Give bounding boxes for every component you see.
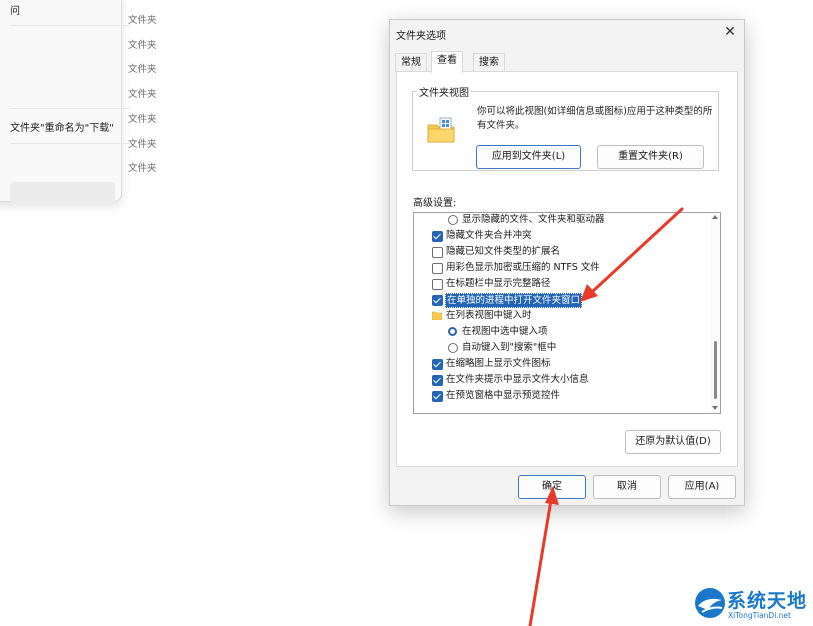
list-item-label: 在缩略图上显示文件图标	[446, 358, 551, 369]
list-item-label: 在文件夹提示中显示文件大小信息	[446, 374, 589, 385]
advanced-settings-label: 高级设置:	[413, 198, 457, 209]
background-row: 文件夹"重命名为"下载"	[10, 123, 114, 134]
folder-view-description: 你可以将此视图(如详细信息或图标)应用于这种类型的所有文件夹。	[477, 106, 713, 131]
checkbox[interactable]	[432, 359, 443, 370]
dialog-title: 文件夹选项	[396, 31, 446, 42]
background-separator	[10, 25, 130, 26]
background-type-cell: 文件夹	[128, 163, 157, 174]
list-item-label: 在列表视图中键入时	[446, 310, 532, 321]
apply-button[interactable]: 应用(A)	[668, 475, 736, 499]
folder-view-group: 文件夹视图 你可以将此视图(如详细信息或图标)应用于这种类型的所有文件夹。 应用…	[412, 84, 719, 171]
ok-button[interactable]: 确定	[518, 475, 586, 499]
checkbox[interactable]	[432, 263, 443, 274]
list-scrollbar[interactable]	[710, 213, 720, 413]
scrollbar-thumb[interactable]	[714, 341, 717, 399]
background-separator	[10, 108, 130, 109]
arrow-to-ok	[528, 486, 559, 626]
list-item-label: 用彩色显示加密或压缩的 NTFS 文件	[446, 262, 600, 273]
background-separator	[10, 143, 130, 144]
folder-view-legend: 文件夹视图	[419, 88, 469, 99]
radio-button[interactable]	[448, 327, 457, 336]
background-row: 问	[10, 6, 20, 17]
background-type-cell: 文件夹	[128, 64, 157, 75]
list-item-label: 在预览窗格中显示预览控件	[446, 390, 561, 401]
list-item-label: 在视图中选中键入项	[462, 326, 548, 337]
list-item-label: 隐藏已知文件类型的扩展名	[446, 246, 561, 257]
radio-button[interactable]	[448, 215, 458, 225]
background-context-panel	[0, 0, 122, 202]
folder-view-icon	[427, 117, 455, 143]
reset-folders-button[interactable]: 重置文件夹(R)	[597, 145, 704, 169]
folder-options-dialog: 文件夹选项 ✕ 常规 查看 搜索 文件夹视图 你可以将此视图(如详细信息或图标)…	[389, 19, 745, 506]
folder-icon	[432, 311, 442, 320]
checkbox[interactable]	[432, 375, 443, 386]
checkbox[interactable]	[432, 295, 443, 306]
checkbox[interactable]	[432, 247, 443, 258]
checkbox[interactable]	[432, 391, 443, 402]
radio-button[interactable]	[448, 343, 458, 353]
list-item-label: 自动键入到"搜索"框中	[462, 342, 557, 353]
tab-general[interactable]: 常规	[395, 53, 427, 72]
background-type-cell: 文件夹	[128, 89, 157, 100]
logo-icon	[695, 588, 725, 618]
scroll-down-icon[interactable]	[712, 406, 718, 410]
logo-url: XiTongTianDi.net	[728, 611, 791, 620]
advanced-settings-list[interactable]: 显示隐藏的文件、文件夹和驱动器 隐藏文件夹合并冲突 隐藏已知文件类型的扩展名 用…	[413, 212, 721, 414]
logo-name: 系统天地	[727, 590, 808, 612]
background-type-cell: 文件夹	[128, 114, 157, 125]
list-item-label: 在标题栏中显示完整路径	[446, 278, 551, 289]
list-item-label: 隐藏文件夹合并冲突	[446, 230, 532, 241]
background-type-cell: 文件夹	[128, 15, 157, 26]
cancel-button[interactable]: 取消	[593, 475, 661, 499]
apply-to-folders-button[interactable]: 应用到文件夹(L)	[476, 145, 581, 169]
background-type-cell: 文件夹	[128, 40, 157, 51]
view-tab-panel: 文件夹视图 你可以将此视图(如详细信息或图标)应用于这种类型的所有文件夹。 应用…	[396, 71, 738, 467]
tab-view[interactable]: 查看	[431, 51, 463, 73]
watermark-logo: 系统天地 XiTongTianDi.net	[693, 584, 813, 624]
list-item-label: 显示隐藏的文件、文件夹和驱动器	[462, 214, 605, 225]
restore-defaults-button[interactable]: 还原为默认值(D)	[625, 430, 721, 454]
tab-search[interactable]: 搜索	[473, 53, 505, 72]
list-item-label: 在单独的进程中打开文件夹窗口	[445, 293, 583, 308]
scroll-up-icon[interactable]	[712, 215, 718, 219]
background-hover-row	[10, 182, 115, 204]
close-icon[interactable]: ✕	[720, 22, 740, 42]
checkbox[interactable]	[432, 279, 443, 290]
background-type-cell: 文件夹	[128, 139, 157, 150]
checkbox[interactable]	[432, 231, 443, 242]
